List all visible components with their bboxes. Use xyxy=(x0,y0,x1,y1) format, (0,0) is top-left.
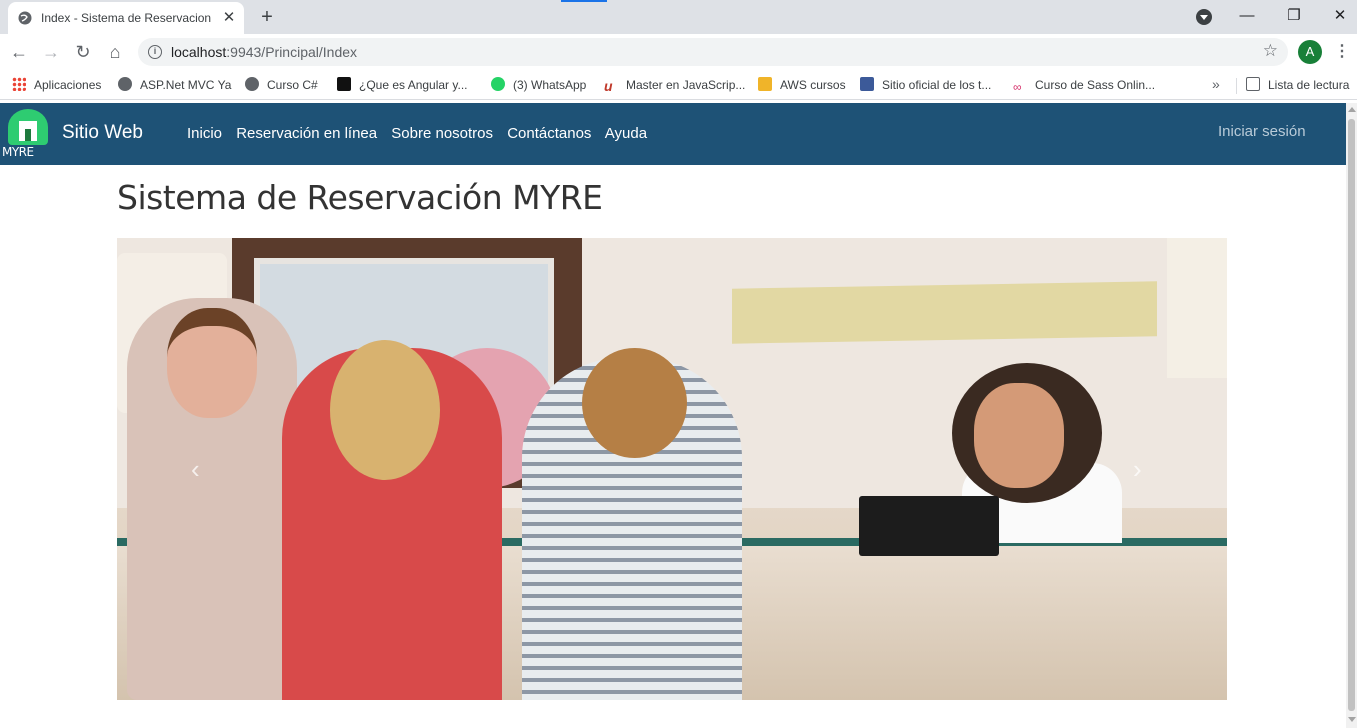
aws-icon xyxy=(758,77,772,91)
bookmark-label: ASP.Net MVC Ya xyxy=(140,78,232,92)
address-bar[interactable]: i localhost:9943/Principal/Index ☆ xyxy=(138,38,1288,66)
globe-icon xyxy=(245,77,259,91)
window-close-button[interactable]: ✕ xyxy=(1326,4,1354,28)
window-restore-button[interactable]: ❐ xyxy=(1280,4,1308,28)
photo-boy-head xyxy=(582,348,687,458)
photo-monitor xyxy=(859,496,999,556)
bookmark-aws[interactable]: AWS cursos xyxy=(758,76,846,94)
bookmark-label: Curso de Sass Onlin... xyxy=(1035,78,1156,92)
mv-icon xyxy=(337,77,351,91)
menu-item-contactanos[interactable]: Contáctanos xyxy=(507,125,591,142)
new-tab-button[interactable]: + xyxy=(256,6,278,28)
tabstrip-accent xyxy=(561,0,607,2)
browser-tabstrip: Index - Sistema de Reservacion M ✕ + — ❐… xyxy=(0,0,1357,34)
logo-brand-text: MYRE xyxy=(2,145,34,159)
bookmark-label: Master en JavaScrip... xyxy=(626,78,746,92)
photo-woman xyxy=(282,340,502,700)
reading-list-button[interactable]: Lista de lectura xyxy=(1246,76,1349,94)
main-menu: Inicio Reservación en línea Sobre nosotr… xyxy=(187,125,657,142)
photo-receptionist xyxy=(952,363,1102,503)
bookmark-javascript[interactable]: u Master en JavaScrip... xyxy=(604,76,745,94)
scrollbar-thumb[interactable] xyxy=(1348,119,1355,711)
reload-button[interactable]: ↻ xyxy=(71,40,95,64)
tab-title: Index - Sistema de Reservacion M xyxy=(41,11,215,25)
bookmark-star-icon[interactable]: ☆ xyxy=(1263,41,1278,61)
profile-avatar[interactable]: A xyxy=(1298,40,1322,64)
url-host: localhost xyxy=(171,44,227,60)
tab-search-icon[interactable] xyxy=(1196,9,1212,25)
bookmark-label: Curso C# xyxy=(267,78,318,92)
scroll-up-icon[interactable] xyxy=(1348,107,1356,112)
url-text[interactable]: localhost:9943/Principal/Index xyxy=(171,44,357,60)
photo-man-head xyxy=(167,308,257,418)
window-minimize-button[interactable]: — xyxy=(1233,4,1261,28)
bookmark-label: (3) WhatsApp xyxy=(513,78,587,92)
menu-item-reservacion[interactable]: Reservación en línea xyxy=(236,125,377,142)
menu-item-sobre-nosotros[interactable]: Sobre nosotros xyxy=(391,125,493,142)
carousel-next-icon[interactable]: › xyxy=(1133,456,1142,482)
tab-close-icon[interactable]: ✕ xyxy=(220,9,238,27)
apps-grid-icon xyxy=(12,77,26,91)
bookmark-aspnet[interactable]: ASP.Net MVC Ya xyxy=(118,76,231,94)
page-title: Sistema de Reservación MYRE xyxy=(117,178,603,217)
bookmarks-overflow-icon[interactable]: » xyxy=(1212,76,1220,92)
bookmark-label: AWS cursos xyxy=(780,78,846,92)
reading-list-label: Lista de lectura xyxy=(1268,78,1350,92)
reading-list-icon xyxy=(1246,77,1260,91)
whatsapp-icon xyxy=(491,77,505,91)
photo-receptionist-face xyxy=(974,383,1064,488)
bookmark-label: Aplicaciones xyxy=(34,78,102,92)
site-name-link[interactable]: Sitio Web xyxy=(62,122,143,144)
photo-woman-hair xyxy=(330,340,440,480)
photo-sign xyxy=(732,281,1157,344)
site-logo[interactable]: MYRE xyxy=(2,109,58,163)
site-info-icon[interactable]: i xyxy=(148,45,162,59)
menu-item-ayuda[interactable]: Ayuda xyxy=(605,125,647,142)
photo-boy xyxy=(522,348,742,700)
forward-button[interactable]: → xyxy=(39,40,63,64)
menu-item-inicio[interactable]: Inicio xyxy=(187,125,222,142)
bookmark-sass[interactable]: ∞ Curso de Sass Onlin... xyxy=(1013,76,1155,94)
site-navbar: MYRE Sitio Web Inicio Reservación en lín… xyxy=(0,103,1346,165)
bookmark-jw[interactable]: Sitio oficial de los t... xyxy=(860,76,991,94)
photo-lamp-right xyxy=(1167,238,1227,378)
bookmarks-divider xyxy=(1236,78,1237,94)
photo-man xyxy=(127,298,297,700)
bookmark-label: ¿Que es Angular y... xyxy=(359,78,468,92)
bookmark-whatsapp[interactable]: (3) WhatsApp xyxy=(491,76,586,94)
globe-icon xyxy=(18,11,32,25)
bookmark-apps[interactable]: Aplicaciones xyxy=(12,76,101,94)
page-scrollbar[interactable] xyxy=(1346,103,1357,728)
sass-icon: ∞ xyxy=(1013,80,1022,94)
home-button[interactable]: ⌂ xyxy=(103,40,127,64)
scroll-down-icon[interactable] xyxy=(1348,717,1356,722)
bookmark-angular[interactable]: ¿Que es Angular y... xyxy=(337,76,468,94)
browser-toolbar: ← → ↻ ⌂ i localhost:9943/Principal/Index… xyxy=(0,34,1357,70)
globe-icon xyxy=(118,77,132,91)
udemy-icon: u xyxy=(604,78,613,94)
login-link[interactable]: Iniciar sesión xyxy=(1218,123,1306,140)
hero-carousel[interactable]: ‹ › xyxy=(117,238,1227,700)
bookmark-csharp[interactable]: Curso C# xyxy=(245,76,318,94)
bookmark-label: Sitio oficial de los t... xyxy=(882,78,992,92)
house-icon xyxy=(8,109,48,145)
carousel-prev-icon[interactable]: ‹ xyxy=(191,456,200,482)
jw-icon xyxy=(860,77,874,91)
bookmarks-bar: Aplicaciones ASP.Net MVC Ya Curso C# ¿Qu… xyxy=(0,70,1357,100)
back-button[interactable]: ← xyxy=(7,40,31,64)
browser-tab-active[interactable]: Index - Sistema de Reservacion M ✕ xyxy=(8,2,244,34)
url-path: :9943/Principal/Index xyxy=(226,44,358,60)
browser-menu-icon[interactable]: ⋮ xyxy=(1334,40,1350,64)
